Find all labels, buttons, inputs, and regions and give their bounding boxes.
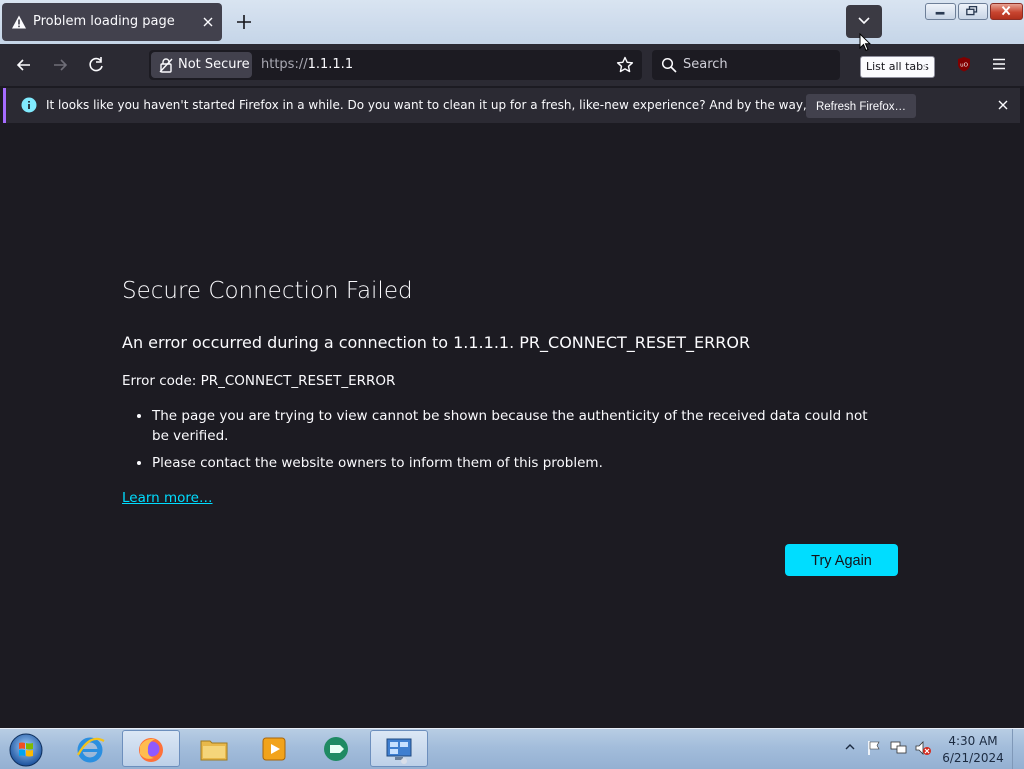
show-desktop-button[interactable] — [1012, 729, 1024, 769]
back-arrow-icon[interactable] — [14, 55, 34, 75]
list-item: The page you are trying to view cannot b… — [152, 406, 882, 446]
url-scheme: https:// — [261, 57, 308, 72]
minimize-icon — [935, 11, 945, 15]
insecure-lock-icon — [159, 58, 173, 73]
taskbar-app[interactable] — [308, 730, 364, 767]
error-description: An error occurred during a connection to… — [122, 333, 751, 352]
learn-more-link[interactable]: Learn more… — [122, 490, 213, 506]
tab-close-icon[interactable] — [199, 13, 217, 31]
list-item: Please contact the website owners to inf… — [152, 453, 882, 473]
search-icon — [661, 57, 677, 73]
tab-title: Problem loading page — [33, 14, 175, 29]
windows-start-icon[interactable] — [5, 730, 45, 768]
extension-icon[interactable] — [922, 57, 936, 73]
url-host: 1.1.1.1 — [307, 57, 354, 72]
svg-text:uO: uO — [960, 63, 968, 69]
control-panel-icon — [386, 738, 412, 764]
error-code: Error code: PR_CONNECT_RESET_ERROR — [122, 373, 396, 389]
show-hidden-icons-icon[interactable] — [845, 743, 855, 751]
file-explorer-icon — [200, 740, 228, 761]
window-close-button[interactable] — [990, 3, 1023, 20]
taskbar-media-player[interactable] — [246, 730, 302, 767]
notification-message: It looks like you haven't started Firefo… — [46, 98, 902, 112]
not-secure-label: Not Secure — [178, 57, 250, 72]
hamburger-menu-icon[interactable] — [990, 55, 1008, 73]
volume-muted-icon[interactable] — [914, 740, 932, 756]
taskbar-file-explorer[interactable] — [186, 730, 242, 767]
mouse-cursor-icon — [859, 33, 871, 52]
error-details-list: The page you are trying to view cannot b… — [122, 406, 882, 480]
notification-bar: It looks like you haven't started Firefo… — [3, 88, 1020, 123]
taskbar: 4:30 AM 6/21/2024 — [0, 728, 1024, 769]
internet-explorer-icon — [77, 737, 105, 763]
ublock-origin-icon[interactable]: uO — [956, 56, 972, 72]
search-placeholder: Search — [683, 57, 728, 72]
forward-arrow-icon[interactable] — [50, 55, 70, 75]
clock-time[interactable]: 4:30 AM — [936, 734, 1010, 748]
action-center-flag-icon[interactable] — [866, 740, 882, 756]
warning-icon — [12, 15, 26, 29]
restore-button[interactable] — [958, 3, 988, 20]
url-text[interactable]: https://1.1.1.1 — [261, 57, 353, 72]
taskbar-internet-explorer[interactable] — [62, 730, 118, 767]
try-again-button[interactable]: Try Again — [785, 544, 898, 576]
not-secure-indicator[interactable]: Not Secure — [151, 52, 252, 78]
network-icon[interactable] — [890, 740, 908, 756]
info-icon — [21, 97, 37, 113]
url-bar[interactable]: Not Secure https://1.1.1.1 — [149, 50, 642, 80]
app-icon — [324, 737, 348, 761]
taskbar-firefox[interactable] — [122, 730, 180, 767]
bookmark-star-icon[interactable] — [616, 56, 634, 74]
tab-problem-loading-page[interactable]: Problem loading page — [2, 3, 222, 41]
clock-date[interactable]: 6/21/2024 — [936, 751, 1010, 765]
minimize-button[interactable] — [925, 3, 956, 20]
taskbar-control-panel[interactable] — [370, 730, 428, 767]
media-player-icon — [262, 737, 286, 761]
reload-icon[interactable] — [86, 55, 106, 75]
error-title: Secure Connection Failed — [122, 278, 413, 304]
page-content: Secure Connection Failed An error occurr… — [0, 126, 1024, 728]
search-bar[interactable]: Search — [652, 50, 840, 80]
chevron-down-icon — [858, 17, 870, 25]
refresh-firefox-button[interactable]: Refresh Firefox… — [806, 94, 916, 118]
firefox-icon — [139, 738, 163, 762]
restore-icon — [966, 5, 978, 16]
close-icon[interactable] — [996, 98, 1010, 112]
new-tab-icon[interactable] — [233, 11, 255, 33]
close-icon — [1001, 6, 1011, 16]
